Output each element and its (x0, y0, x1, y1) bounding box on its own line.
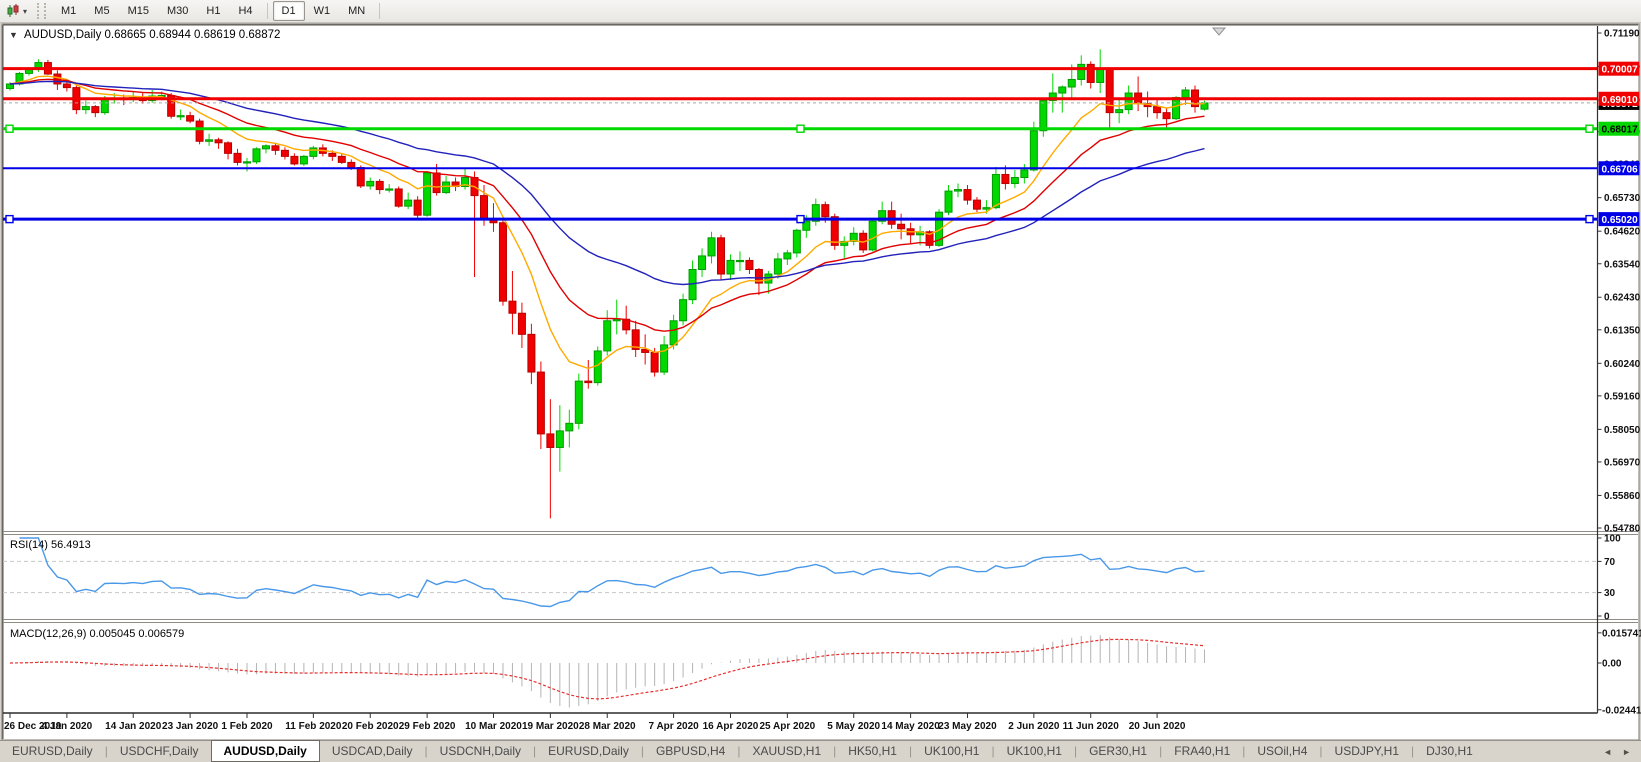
tab-gbpusd-h4[interactable]: GBPUSD,H4 (644, 741, 737, 762)
svg-text:0.59160: 0.59160 (1604, 391, 1641, 402)
hline-handle[interactable] (796, 214, 805, 224)
date-tick-label: 2 Jun 2020 (1008, 721, 1060, 732)
tab-scroll-right-icon[interactable]: ► (1622, 747, 1631, 757)
tab-uk100-h1[interactable]: UK100,H1 (995, 741, 1074, 762)
date-tick-label: 5 May 2020 (827, 721, 880, 732)
tab-usdjpy-h1[interactable]: USDJPY,H1 (1323, 741, 1411, 762)
hline-handle[interactable] (5, 214, 14, 224)
tab-usoil-h4[interactable]: USOil,H4 (1245, 741, 1319, 762)
svg-text:100: 100 (1604, 534, 1621, 545)
tab-usdchf-daily[interactable]: USDCHF,Daily (108, 741, 211, 762)
svg-text:0.65020: 0.65020 (1602, 215, 1639, 226)
symbol-dropdown-caret[interactable]: ▼ (9, 30, 18, 40)
tab-eurusd-daily[interactable]: EURUSD,Daily (536, 741, 641, 762)
svg-text:0.61350: 0.61350 (1604, 325, 1641, 336)
svg-text:0.71190: 0.71190 (1604, 29, 1640, 40)
svg-text:0.70007: 0.70007 (1602, 65, 1639, 76)
date-tick-label: 1 Feb 2020 (221, 721, 273, 732)
date-tick-label: 10 Mar 2020 (465, 721, 522, 732)
symbol-tabbar: EURUSD,Daily | USDCHF,Daily AUDUSD,Daily USD… (0, 740, 1641, 762)
date-tick-label: 29 Feb 2020 (399, 721, 456, 732)
svg-text:-0.024412: -0.024412 (1602, 705, 1641, 716)
svg-text:0.015741: 0.015741 (1602, 628, 1641, 639)
svg-text:0: 0 (1604, 612, 1610, 623)
tab-scroll-left-icon[interactable]: ◄ (1603, 747, 1612, 757)
svg-text:0.69010: 0.69010 (1602, 95, 1639, 106)
tab-fra40-h1[interactable]: FRA40,H1 (1162, 741, 1242, 762)
date-tick-label: 11 Feb 2020 (285, 721, 342, 732)
svg-text:0.00: 0.00 (1602, 659, 1622, 670)
svg-text:0.62430: 0.62430 (1604, 293, 1641, 304)
svg-text:0.63540: 0.63540 (1604, 259, 1641, 270)
svg-text:30: 30 (1604, 588, 1616, 599)
hline-handle[interactable] (796, 124, 805, 133)
date-tick-label: 20 Feb 2020 (342, 721, 399, 732)
symbol-tabs: EURUSD,Daily | USDCHF,Daily AUDUSD,Daily USD… (0, 740, 1485, 762)
svg-text:70: 70 (1604, 557, 1616, 568)
svg-text:0.66706: 0.66706 (1602, 164, 1639, 175)
macd-indicator-label: MACD(12,26,9) 0.005045 0.006579 (10, 628, 184, 640)
tab-xauusd-h1[interactable]: XAUUSD,H1 (740, 741, 833, 762)
tab-ger30-h1[interactable]: GER30,H1 (1077, 741, 1159, 762)
date-tick-label: 14 Jan 2020 (105, 721, 162, 732)
price-chart: 0.711900.700800.689700.679200.668400.657… (1, 23, 1641, 741)
chart-background (1, 23, 1640, 741)
svg-text:0.68017: 0.68017 (1602, 125, 1639, 136)
chart-title: AUDUSD,Daily 0.68665 0.68944 0.68619 0.6… (24, 29, 280, 41)
tab-scroll-arrows: ◄ ► (1603, 741, 1641, 762)
date-tick-label: 23 Jan 2020 (162, 721, 219, 732)
date-tick-label: 20 Jun 2020 (1129, 721, 1186, 732)
date-tick-label: 14 May 2020 (881, 721, 940, 732)
date-tick-label: 19 Mar 2020 (522, 721, 579, 732)
date-tick-label: 16 Apr 2020 (703, 721, 759, 732)
svg-text:0.60240: 0.60240 (1604, 359, 1641, 370)
date-tick-label: 7 Apr 2020 (648, 721, 699, 732)
svg-text:0.65730: 0.65730 (1604, 193, 1641, 204)
svg-text:0.58050: 0.58050 (1604, 425, 1641, 436)
tab-dj30-h1[interactable]: DJ30,H1 (1414, 741, 1485, 762)
rsi-indicator-label: RSI(14) 56.4913 (10, 539, 91, 551)
tab-uk100-h1[interactable]: UK100,H1 (912, 741, 991, 762)
date-tick-label: 4 Jan 2020 (42, 721, 93, 732)
tab-audusd-daily[interactable]: AUDUSD,Daily (210, 740, 320, 762)
date-tick-label: 23 May 2020 (938, 721, 997, 732)
tab-usdcnh-daily[interactable]: USDCNH,Daily (428, 741, 533, 762)
svg-text:0.64620: 0.64620 (1604, 227, 1641, 238)
tab-eurusd-daily[interactable]: EURUSD,Daily (0, 741, 105, 762)
hline-handle[interactable] (1585, 124, 1594, 133)
tab-usdcad-daily[interactable]: USDCAD,Daily (320, 741, 425, 762)
svg-text:0.56970: 0.56970 (1604, 457, 1641, 468)
date-tick-label: 11 Jun 2020 (1063, 721, 1120, 732)
date-tick-label: 28 Mar 2020 (579, 721, 636, 732)
hline-handle[interactable] (5, 124, 14, 133)
tab-hk50-h1[interactable]: HK50,H1 (836, 741, 909, 762)
svg-text:0.55860: 0.55860 (1604, 491, 1641, 502)
hline-handle[interactable] (1585, 214, 1594, 224)
date-tick-label: 25 Apr 2020 (759, 721, 815, 732)
